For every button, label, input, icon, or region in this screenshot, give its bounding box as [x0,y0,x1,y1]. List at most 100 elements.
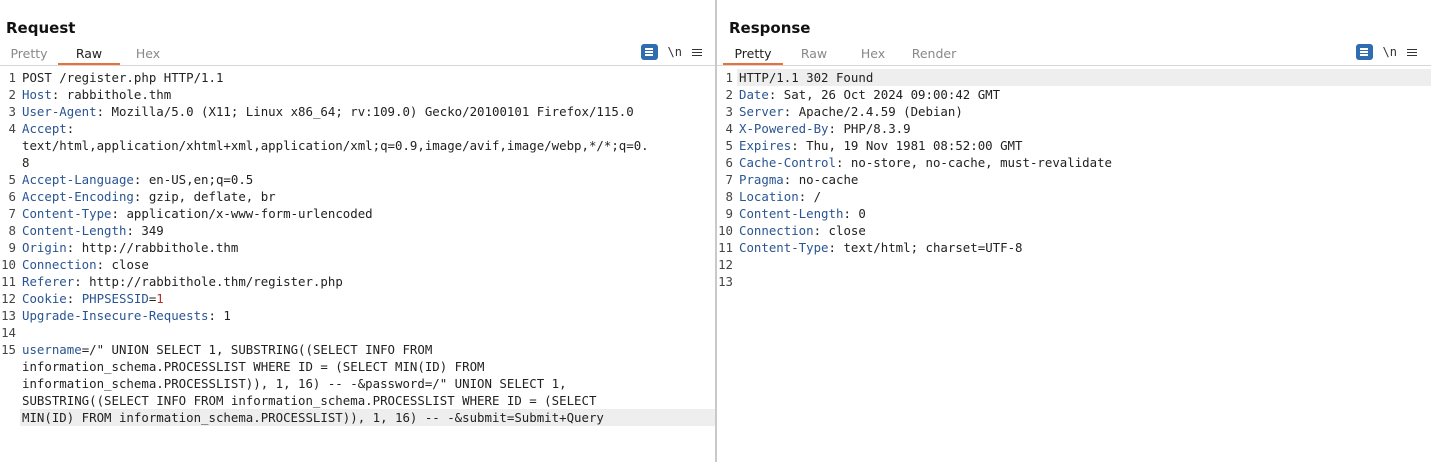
header-name: username [22,342,82,357]
tab-raw[interactable]: Raw [783,43,845,65]
separator: : [66,291,82,306]
separator: : [813,223,829,238]
editor-line: 10 Connection: close [717,222,1431,239]
line-content: Cache-Control: no-store, no-cache, must-… [737,154,1431,171]
editor-line: 13 Upgrade-Insecure-Requests: 1 [0,307,716,324]
tab-hex[interactable]: Hex [120,43,176,65]
newline-toggle[interactable]: \n [668,45,682,59]
line-number: 14 [1,325,16,340]
line-value: close [828,223,866,238]
request-title: Request [6,19,76,37]
line-content: Referer: http://rabbithole.thm/register.… [20,273,716,290]
separator: : [208,308,224,323]
separator: : [828,121,844,136]
editor-line: 5 Expires: Thu, 19 Nov 1981 08:52:00 GMT [717,137,1431,154]
line-value: /" UNION SELECT 1, SUBSTRING((SELECT INF… [89,342,433,357]
header-name: Location [739,189,799,204]
cookie-name: PHPSESSID [81,291,149,306]
response-pane: Response Pretty Raw Hex Render \n 1 HTTP/1.1… [717,0,1431,462]
editor-line: 6 Accept-Encoding: gzip, deflate, br [0,188,716,205]
header-name: Cache-Control [739,155,836,170]
header-name: X-Powered-By [739,121,829,136]
newline-toggle[interactable]: \n [1383,45,1397,59]
word-wrap-icon[interactable] [640,44,658,60]
line-number: 13 [1,308,16,323]
header-name: Content-Type [739,240,829,255]
header-name: Date [739,87,769,102]
header-name: Content-Length [22,223,127,238]
line-content: information_schema.PROCESSLIST)), 1, 16)… [20,375,716,392]
editor-line: 5 Accept-Language: en-US,en;q=0.5 [0,171,716,188]
line-value: 1 [223,308,231,323]
tab-raw[interactable]: Raw [58,43,120,65]
header-name: Connection [739,223,814,238]
line-value: PHP/8.3.9 [843,121,911,136]
separator: : [791,138,807,153]
line-number: 3 [8,104,16,119]
line-number: 7 [8,206,16,221]
word-wrap-icon[interactable] [1355,44,1373,60]
editor-line: 7 Content-Type: application/x-www-form-ur… [0,205,716,222]
header-name: Upgrade-Insecure-Requests [22,308,209,323]
header-name: Accept-Encoding [22,189,134,204]
editor-line: 12 [717,256,1431,273]
editor-line: 2 Host: rabbithole.thm [0,86,716,103]
line-content: information_schema.PROCESSLIST WHERE ID … [20,358,716,375]
editor-line: 4 Accept: [0,120,716,137]
line-value: close [111,257,149,272]
tab-divider [717,65,1431,66]
line-number: 11 [1,274,16,289]
editor-line: 3 User-Agent: Mozilla/5.0 (X11; Linux x86… [0,103,716,120]
separator: : [66,240,82,255]
line-value: Apache/2.4.59 (Debian) [798,104,963,119]
line-content: SUBSTRING((SELECT INFO FROM information_… [20,392,716,409]
hamburger-menu-icon[interactable] [692,48,702,57]
editor-line: MIN(ID) FROM information_schema.PROCESSL… [0,409,716,426]
request-pane: Request Pretty Raw Hex \n 1 POST /register.… [0,0,716,462]
response-editor[interactable]: 1 HTTP/1.1 302 Found 2 Date: Sat, 26 Oct 20… [717,69,1431,462]
line-content [737,273,1431,290]
separator: : [111,206,127,221]
tab-pretty[interactable]: Pretty [0,43,58,65]
line-content: Origin: http://rabbithole.thm [20,239,716,256]
line-content: Location: / [737,188,1431,205]
editor-line: 2 Date: Sat, 26 Oct 2024 09:00:42 GMT [717,86,1431,103]
line-number [0,409,20,426]
line-number: 12 [1,291,16,306]
line-content: Content-Length: 349 [20,222,716,239]
line-number: 5 [725,138,733,153]
line-number: 7 [725,172,733,187]
line-content: Connection: close [737,222,1431,239]
line-value: en-US,en;q=0.5 [148,172,254,187]
separator: : [133,189,149,204]
line-number: 8 [8,223,16,238]
line-content: HTTP/1.1 302 Found [737,69,1431,86]
tab-render[interactable]: Render [901,43,967,65]
response-toolbar: \n [1355,44,1417,60]
header-name: Cookie [22,291,67,306]
tab-hex[interactable]: Hex [845,43,901,65]
editor-line: 8 [0,154,716,171]
line-number: 5 [8,172,16,187]
tab-pretty[interactable]: Pretty [723,43,783,65]
hamburger-menu-icon[interactable] [1407,48,1417,57]
response-tabs: Pretty Raw Hex Render [723,43,967,65]
line-value: text/html,application/xhtml+xml,applicat… [22,138,649,153]
editor-line: information_schema.PROCESSLIST)), 1, 16)… [0,375,716,392]
line-content: Accept-Encoding: gzip, deflate, br [20,188,716,205]
burp-message-viewer: Request Pretty Raw Hex \n 1 POST /register.… [0,0,1431,462]
editor-line: 11 Content-Type: text/html; charset=UTF-8 [717,239,1431,256]
line-content [20,324,716,341]
editor-line: 8 Location: / [717,188,1431,205]
line-content: Connection: close [20,256,716,273]
request-editor[interactable]: 1 POST /register.php HTTP/1.1 2 Host: rabbi… [0,69,716,462]
separator: : [798,189,814,204]
separator: : [835,155,851,170]
separator: : [96,257,112,272]
separator: : [66,121,75,136]
line-content: User-Agent: Mozilla/5.0 (X11; Linux x86_… [20,103,716,120]
line-content: MIN(ID) FROM information_schema.PROCESSL… [20,409,716,426]
header-name: Accept [22,121,67,136]
line-value: 8 [22,155,30,170]
line-number [0,392,20,409]
